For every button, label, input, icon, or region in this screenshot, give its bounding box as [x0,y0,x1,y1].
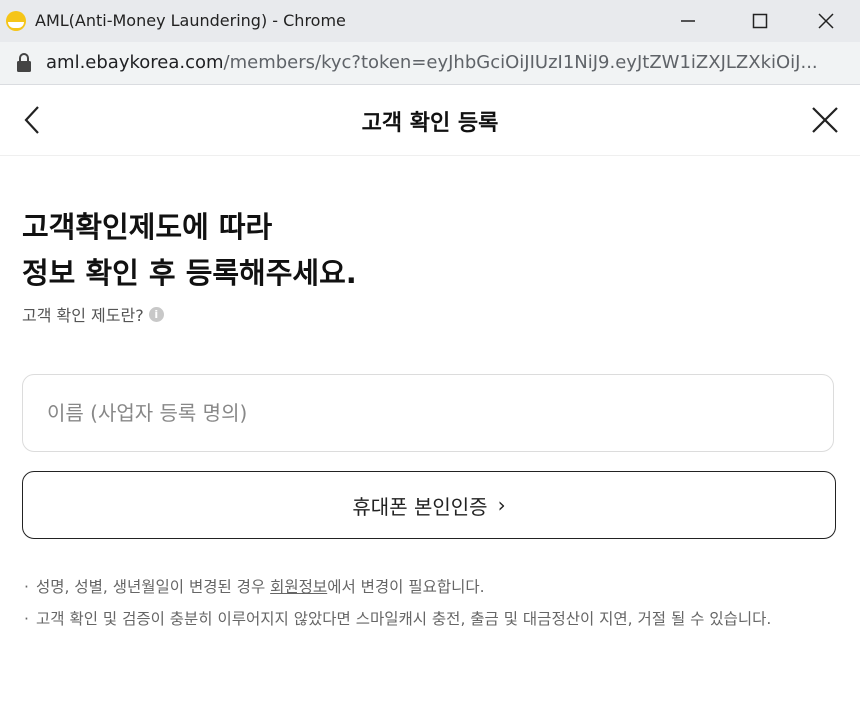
bullet: · [24,578,29,596]
lock-icon[interactable] [16,53,32,77]
notice-text: 성명, 성별, 생년월일이 변경된 경우 회원정보에서 변경이 필요합니다. [36,576,844,598]
url-text[interactable]: aml.ebaykorea.com/members/kyc?token=eyJh… [46,52,846,73]
notice-text: 고객 확인 및 검증이 충분히 이루어지지 않았다면 스마일캐시 충전, 출금 … [36,610,772,628]
close-window-icon[interactable] [806,6,846,36]
minimize-icon[interactable] [668,6,708,36]
phone-verification-button[interactable]: 휴대폰 본인인증 › [22,471,836,539]
url-domain: aml.ebaykorea.com [46,52,224,73]
window-titlebar: AML(Anti-Money Laundering) - Chrome [0,0,860,42]
bullet: · [24,610,29,628]
window-title: AML(Anti-Money Laundering) - Chrome [35,11,346,30]
notice-item: · 고객 확인 및 검증이 충분히 이루어지지 않았다면 스마일캐시 충전, 출… [24,608,844,630]
member-info-link[interactable]: 회원정보 [270,578,327,596]
main-heading: 고객확인제도에 따라 정보 확인 후 등록해주세요. [22,204,357,296]
notice-item: · 성명, 성별, 생년월일이 변경된 경우 회원정보에서 변경이 필요합니다. [24,576,844,598]
heading-line-2: 정보 확인 후 등록해주세요. [22,256,357,290]
app-icon [6,11,26,31]
info-icon[interactable]: i [148,306,164,322]
notice-list: · 성명, 성별, 생년월일이 변경된 경우 회원정보에서 변경이 필요합니다.… [24,576,844,640]
url-path: /members/kyc?token=eyJhbGciOiJIUzI1NiJ9.… [223,52,818,73]
address-bar[interactable]: aml.ebaykorea.com/members/kyc?token=eyJh… [0,42,860,85]
close-button[interactable] [808,103,842,137]
notice-text-after: 에서 변경이 필요합니다. [327,578,485,596]
heading-line-1: 고객확인제도에 따라 [22,210,273,244]
name-input[interactable] [22,374,834,452]
verify-button-label: 휴대폰 본인인증 [352,494,488,519]
page-header: 고객 확인 등록 [0,85,860,156]
maximize-icon[interactable] [740,6,780,36]
notice-text-before: 성명, 성별, 생년월일이 변경된 경우 [36,578,271,596]
kyc-info-label: 고객 확인 제도란? [22,306,144,325]
page-title: 고객 확인 등록 [361,111,499,136]
chevron-right-icon: › [497,493,506,517]
kyc-info-link[interactable]: 고객 확인 제도란? i [22,302,164,326]
close-icon [812,107,838,133]
